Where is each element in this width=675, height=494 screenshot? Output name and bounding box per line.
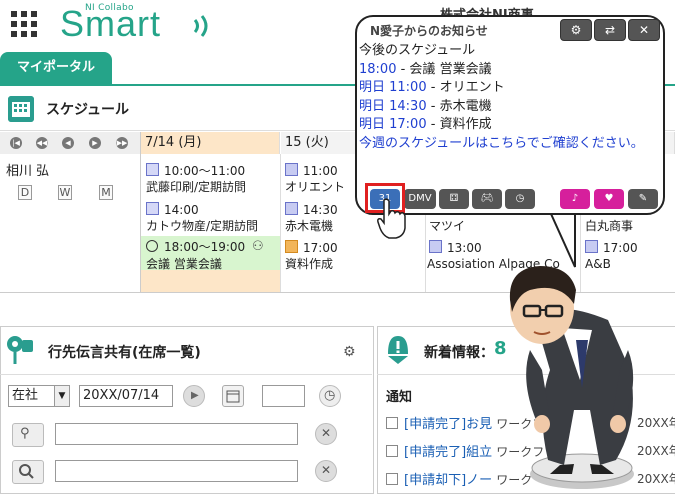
schedule-title: スケジュール bbox=[46, 102, 130, 118]
heart-icon[interactable]: ♥ bbox=[594, 189, 624, 209]
clear-icon[interactable]: ✕ bbox=[315, 460, 337, 482]
settings-icon[interactable]: ⚙ bbox=[560, 19, 592, 41]
search-icon[interactable] bbox=[12, 460, 44, 484]
location-pin-icon bbox=[7, 336, 33, 364]
date-input[interactable]: 20XX/07/14 bbox=[79, 385, 173, 407]
clock-icon[interactable]: ◷ bbox=[319, 385, 341, 407]
schedule-item[interactable]: 明日 11:00 - オリエント bbox=[359, 79, 644, 98]
checkbox[interactable] bbox=[386, 445, 398, 457]
schedule-nav: |◀ ◀◀ ◀ ▶ ▶▶ bbox=[0, 132, 141, 154]
destination-input[interactable] bbox=[55, 423, 298, 445]
prev-week-icon[interactable]: ◀◀ bbox=[36, 137, 48, 149]
news-panel-title: 新着情報： bbox=[424, 345, 494, 361]
switch-character-icon[interactable]: ⇄ bbox=[594, 19, 626, 41]
view-week-button[interactable]: W bbox=[58, 185, 72, 200]
schedule-item[interactable]: 明日 17:00 - 資料作成 bbox=[359, 116, 644, 135]
view-day-button[interactable]: D bbox=[18, 185, 32, 200]
news-section-title: 通知 bbox=[386, 390, 413, 405]
prev-day-icon[interactable]: ◀ bbox=[62, 137, 74, 149]
app-menu-icon[interactable] bbox=[11, 11, 37, 37]
clock-icon[interactable]: ◷ bbox=[505, 189, 535, 209]
day-header-today[interactable]: 7/14 (月) bbox=[141, 132, 280, 154]
first-week-icon[interactable]: |◀ bbox=[10, 137, 22, 149]
clear-icon[interactable]: ✕ bbox=[315, 423, 337, 445]
event-title[interactable]: 資料作成 bbox=[285, 257, 333, 272]
schedule-event[interactable]: 18:00～19:00 bbox=[146, 240, 245, 255]
event-icon bbox=[285, 163, 298, 176]
column-divider bbox=[280, 154, 281, 292]
event-title[interactable]: 会議 営業会議 bbox=[146, 257, 222, 272]
weekly-schedule-link[interactable]: 今週のスケジュールはこちらでご確認ください。 bbox=[359, 135, 644, 154]
schedule-event[interactable]: 17:00 bbox=[285, 240, 338, 256]
status-select[interactable]: 在社 ▼ bbox=[8, 385, 70, 407]
schedule-item[interactable]: 明日 14:30 - 赤木電機 bbox=[359, 98, 644, 117]
tab-my-portal[interactable]: マイポータル bbox=[0, 52, 112, 84]
popup-title: N愛子からのお知らせ bbox=[370, 24, 488, 38]
visit-icon bbox=[146, 163, 159, 176]
close-icon[interactable]: ✕ bbox=[628, 19, 660, 41]
popup-body: 今後のスケジュール 18:00 - 会議 営業会議 明日 11:00 - オリエ… bbox=[359, 42, 644, 153]
schedule-event[interactable]: 11:00 bbox=[285, 163, 338, 179]
message-input[interactable] bbox=[55, 460, 298, 482]
event-title[interactable]: マツイ bbox=[429, 219, 465, 234]
task-icon bbox=[285, 240, 298, 253]
logo-wave-icon bbox=[193, 15, 208, 37]
dice-icon[interactable]: ⚃ bbox=[439, 189, 469, 209]
event-title[interactable]: 武藤印刷/定期訪問 bbox=[146, 180, 246, 195]
time-input[interactable] bbox=[262, 385, 305, 407]
edit-icon[interactable]: ✎ bbox=[628, 189, 658, 209]
location-tag-icon[interactable]: ⚲ bbox=[12, 423, 44, 447]
gamepad-icon[interactable]: 🎮︎ bbox=[472, 189, 502, 209]
chevron-down-icon: ▼ bbox=[54, 386, 69, 406]
view-month-button[interactable]: M bbox=[99, 185, 113, 200]
logo[interactable]: Smart bbox=[60, 4, 161, 44]
today-column-bg bbox=[141, 270, 280, 292]
calendar-picker-icon[interactable] bbox=[222, 385, 244, 407]
attendees-icon: ⚇ bbox=[252, 239, 264, 254]
schedule-event[interactable]: 13:00 bbox=[429, 240, 482, 256]
schedule-item[interactable]: 18:00 - 会議 営業会議 bbox=[359, 61, 644, 80]
checkbox[interactable] bbox=[386, 473, 398, 485]
schedule-event[interactable]: 10:00～11:00 bbox=[146, 163, 245, 179]
play-icon[interactable]: ▶ bbox=[183, 385, 205, 407]
clock-icon bbox=[146, 240, 158, 252]
next-week-icon[interactable]: ▶▶ bbox=[116, 137, 128, 149]
hand-pointer-icon bbox=[377, 198, 406, 239]
event-title[interactable]: オリエント bbox=[285, 180, 345, 195]
event-title[interactable]: 赤木電機 bbox=[285, 219, 333, 234]
event-title[interactable]: カトウ物産/定期訪問 bbox=[146, 219, 258, 234]
gear-icon[interactable]: ⚙ bbox=[343, 344, 357, 360]
bell-icon[interactable]: ♪ bbox=[560, 189, 590, 209]
visit-icon bbox=[146, 202, 159, 215]
checkbox[interactable] bbox=[386, 417, 398, 429]
message-panel-title: 行先伝言共有(在席一覧) bbox=[48, 345, 201, 361]
calendar-icon bbox=[8, 96, 34, 122]
schedule-event[interactable]: 14:30 bbox=[285, 202, 338, 218]
event-icon bbox=[285, 202, 298, 215]
event-icon bbox=[429, 240, 442, 253]
assistant-character bbox=[509, 266, 634, 489]
popup-heading: 今後のスケジュール bbox=[359, 43, 476, 58]
next-day-icon[interactable]: ▶ bbox=[89, 137, 101, 149]
bell-alert-icon bbox=[388, 336, 408, 364]
user-name[interactable]: 相川 弘 bbox=[6, 160, 49, 179]
schedule-event[interactable]: 14:00 bbox=[146, 202, 199, 218]
